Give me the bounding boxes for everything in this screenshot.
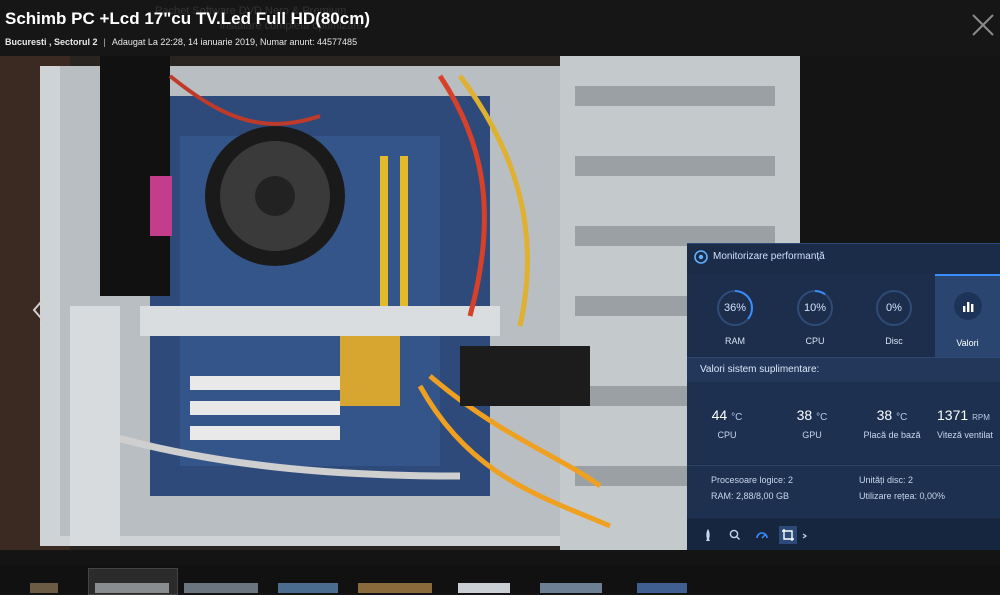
- thumbnail[interactable]: [95, 583, 169, 593]
- disk-label: Disc: [885, 336, 903, 346]
- rocket-icon[interactable]: [699, 526, 717, 544]
- listing-location: Bucuresti , Sectorul 2: [5, 37, 98, 47]
- sensor-name: GPU: [802, 430, 822, 440]
- search-icon[interactable]: [726, 526, 744, 544]
- gauge-cpu[interactable]: 10% CPU: [785, 288, 845, 350]
- app-logo-icon: [694, 250, 708, 264]
- sensor-unit: °C: [896, 412, 908, 423]
- sensor-name: CPU: [717, 430, 737, 440]
- sensor-row: 44 °C CPU 38 °C GPU 38 °C Placă de bază 137…: [687, 382, 1000, 464]
- extra-info: Procesoare logice: 2 RAM: 2,88/8,00 GB U…: [687, 465, 1000, 518]
- sensor-unit: °C: [816, 412, 828, 423]
- network-usage: Utilizare rețea: 0,00%: [859, 491, 946, 501]
- disk-units: Unități disc: 2: [859, 475, 914, 485]
- chevron-right-icon[interactable]: [801, 526, 809, 544]
- listing-meta: Bucuresti , Sectorul 2 | Adaugat La 22:28,…: [5, 37, 357, 47]
- listing-added-date: Adaugat La 22:28, 14 ianuarie 2019, Numa…: [111, 37, 358, 47]
- meta-separator: |: [103, 37, 106, 47]
- thumbnail-strip: [0, 565, 1000, 595]
- thumbnail[interactable]: [278, 583, 338, 593]
- sensor-cpu-temp: 44 °C CPU: [687, 407, 767, 440]
- sensor-unit: RPM: [972, 413, 990, 422]
- crop-icon[interactable]: [779, 526, 797, 544]
- disk-percent: 0%: [886, 302, 902, 314]
- gauge-ram[interactable]: 36% RAM: [705, 288, 765, 350]
- sensor-name: Viteză ventilat: [937, 430, 993, 440]
- bar-chart-icon: [954, 292, 982, 320]
- listing-photo: [0, 56, 800, 550]
- thumbnail[interactable]: [30, 583, 58, 593]
- ram-usage: RAM: 2,88/8,00 GB: [711, 491, 790, 501]
- monitor-header: Monitorizare performanță: [687, 244, 1000, 274]
- cpu-percent: 10%: [803, 302, 827, 314]
- performance-monitor-panel: Monitorizare performanță 36% RAM 10% CPU…: [687, 243, 1000, 550]
- thumbnail[interactable]: [184, 583, 258, 593]
- monitor-toolbar: [687, 519, 1000, 550]
- gauge-disk[interactable]: 0% Disc: [864, 288, 924, 350]
- speedometer-icon[interactable]: [753, 526, 771, 544]
- section-title: Valori sistem suplimentare:: [700, 364, 820, 375]
- cpu-label: CPU: [805, 336, 825, 346]
- sensor-value: 1371: [937, 407, 969, 423]
- thumbnail[interactable]: [637, 583, 687, 593]
- sensor-motherboard-temp: 38 °C Placă de bază: [852, 407, 932, 440]
- sensor-value: 38: [876, 407, 893, 423]
- listing-title: Schimb PC +Lcd 17"cu TV.Led Full HD(80cm…: [5, 9, 370, 28]
- monitor-title: Monitorizare performanță: [713, 251, 825, 262]
- sensor-value: 38: [796, 407, 813, 423]
- pc-interior-photo: [0, 56, 800, 550]
- thumbnail[interactable]: [358, 583, 432, 593]
- sensor-unit: °C: [731, 412, 743, 423]
- sensor-gpu-temp: 38 °C GPU: [772, 407, 852, 440]
- section-header: Valori sistem suplimentare:: [687, 357, 1000, 382]
- thumbnail[interactable]: [540, 583, 602, 593]
- listing-header: Pachet Software DVD Nero & Premium insta…: [0, 0, 1000, 56]
- previous-photo-chevron-icon[interactable]: [28, 290, 54, 330]
- tab-values-label: Valori: [956, 338, 979, 348]
- sensor-name: Placă de bază: [863, 430, 921, 440]
- sensor-value: 44: [711, 407, 728, 423]
- ram-percent: 36%: [723, 302, 747, 314]
- tab-values[interactable]: Valori: [935, 274, 1000, 358]
- sensor-fan-speed: 1371 RPM Viteză ventilat: [930, 407, 1000, 440]
- ram-label: RAM: [725, 336, 745, 346]
- close-icon[interactable]: [968, 10, 998, 40]
- logical-processors: Procesoare logice: 2: [711, 475, 794, 485]
- thumbnail[interactable]: [458, 583, 510, 593]
